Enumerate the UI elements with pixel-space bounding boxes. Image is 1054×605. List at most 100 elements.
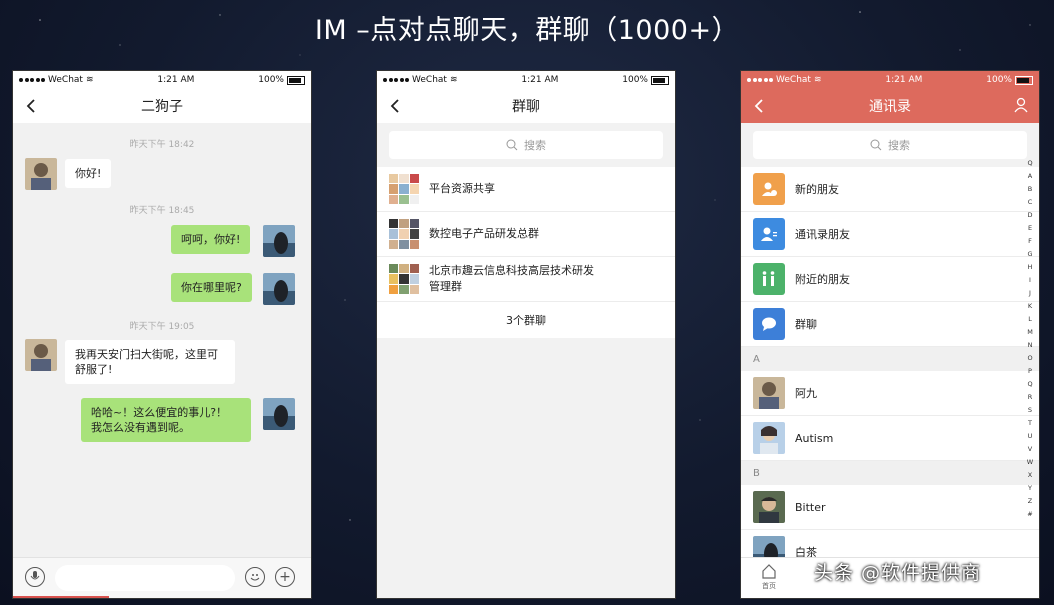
avatar[interactable] xyxy=(263,273,295,305)
alphabet-letter[interactable]: I xyxy=(1029,274,1031,287)
alphabet-letter[interactable]: V xyxy=(1028,443,1032,456)
alphabet-letter[interactable]: D xyxy=(1027,209,1032,222)
chat-input-bar: + xyxy=(13,557,311,598)
carrier: WeChat xyxy=(48,75,83,85)
section-header-b: B xyxy=(741,461,1039,485)
status-time: 1:21 AM xyxy=(885,75,923,85)
alphabet-letter[interactable]: M xyxy=(1027,326,1033,339)
avatar[interactable] xyxy=(263,398,295,430)
emoji-icon[interactable] xyxy=(245,567,265,587)
avatar[interactable] xyxy=(25,158,57,190)
alphabet-letter[interactable]: L xyxy=(1028,313,1032,326)
group-avatar xyxy=(389,219,419,249)
alphabet-letter[interactable]: Q xyxy=(1027,378,1032,391)
slide-title: IM –点对点聊天，群聊（1000+） xyxy=(314,15,740,46)
message-bubble[interactable]: 我再天安门扫大街呢，这里可 舒服了! xyxy=(65,340,235,384)
address-book-icon xyxy=(753,218,785,250)
new-friends-item[interactable]: 新的朋友 xyxy=(741,167,1039,212)
message-bubble[interactable]: 你好! xyxy=(65,159,112,188)
alphabet-letter[interactable]: E xyxy=(1028,222,1032,235)
watermark: 头条 @软件提供商 xyxy=(814,562,982,584)
status-bar: WeChat ≋ 1:21 AM 100% xyxy=(13,71,311,89)
battery-icon xyxy=(650,75,669,85)
battery-icon xyxy=(1014,75,1033,85)
avatar[interactable] xyxy=(25,339,57,371)
alphabet-letter[interactable]: B xyxy=(1028,183,1032,196)
nearby-icon xyxy=(753,263,785,295)
battery-percent: 100% xyxy=(622,75,648,85)
alphabet-letter[interactable]: G xyxy=(1027,248,1032,261)
phone-chat: WeChat ≋ 1:21 AM 100% 二狗子 昨天下午 18:42 你好!… xyxy=(12,70,312,599)
chat-title: 二狗子 xyxy=(141,99,183,115)
wifi-icon: ≋ xyxy=(85,75,94,85)
contact-row[interactable]: Bitter xyxy=(741,485,1039,530)
phone-group: WeChat ≋ 1:21 AM 100% 群聊 搜索 平台资源共享 数控电子产… xyxy=(376,70,676,599)
alphabet-letter[interactable]: P xyxy=(1028,365,1032,378)
group-navbar: 群聊 xyxy=(377,89,675,123)
alphabet-letter[interactable]: T xyxy=(1028,417,1032,430)
nearby-friends-item[interactable]: 附近的朋友 xyxy=(741,257,1039,302)
alphabet-letter[interactable]: S xyxy=(1028,404,1032,417)
alphabet-index[interactable]: Q A B C D E F G H I J K L M N O P Q R S T U V W X Y Z # xyxy=(1025,157,1035,521)
add-contact-icon[interactable] xyxy=(1013,97,1029,113)
alphabet-letter[interactable]: C xyxy=(1028,196,1033,209)
group-list: 平台资源共享 数控电子产品研发总群 北京市趣云信息科技高层技术研发 管理群 xyxy=(377,167,675,302)
group-title: 群聊 xyxy=(512,99,540,115)
alphabet-letter[interactable]: U xyxy=(1028,430,1033,443)
status-time: 1:21 AM xyxy=(157,75,195,85)
section-header-a: A xyxy=(741,347,1039,371)
home-icon xyxy=(762,564,776,579)
search-input[interactable]: 搜索 xyxy=(753,131,1027,159)
alphabet-letter[interactable]: J xyxy=(1029,287,1031,300)
alphabet-letter[interactable]: A xyxy=(1028,170,1032,183)
wifi-icon: ≋ xyxy=(813,75,822,85)
message-bubble[interactable]: 哈哈~！这么便宜的事儿?！ 我怎么没有遇到呢。 xyxy=(81,398,251,442)
list-item[interactable]: 北京市趣云信息科技高层技术研发 管理群 xyxy=(377,257,675,302)
avatar xyxy=(753,491,785,523)
message-list[interactable]: 昨天下午 18:42 你好! 昨天下午 18:45 呵呵，你好! 你在哪里呢? … xyxy=(13,123,311,558)
back-icon[interactable] xyxy=(23,97,41,115)
group-avatar xyxy=(389,174,419,204)
back-icon[interactable] xyxy=(387,97,405,115)
alphabet-letter[interactable]: Y xyxy=(1028,482,1032,495)
alphabet-letter[interactable]: N xyxy=(1028,339,1033,352)
contacts-navbar: 通讯录 xyxy=(741,89,1039,123)
timestamp: 昨天下午 19:05 xyxy=(129,322,195,332)
alphabet-letter[interactable]: W xyxy=(1027,456,1033,469)
alphabet-letter[interactable]: R xyxy=(1028,391,1033,404)
progress-line xyxy=(13,596,109,598)
list-item[interactable]: 数控电子产品研发总群 xyxy=(377,212,675,257)
timestamp: 昨天下午 18:42 xyxy=(129,140,195,150)
alphabet-letter[interactable]: F xyxy=(1028,235,1032,248)
plus-icon[interactable]: + xyxy=(275,567,295,587)
chat-bubble-icon xyxy=(753,308,785,340)
message-bubble[interactable]: 呵呵，你好! xyxy=(171,225,251,254)
timestamp: 昨天下午 18:45 xyxy=(129,206,195,216)
phone-contacts: WeChat ≋ 1:21 AM 100% 通讯录 搜索 新的朋友 通讯录朋友 xyxy=(740,70,1040,599)
signal-icon xyxy=(19,78,45,82)
carrier: WeChat xyxy=(776,75,811,85)
alphabet-letter[interactable]: X xyxy=(1028,469,1032,482)
search-input[interactable]: 搜索 xyxy=(389,131,663,159)
microphone-icon[interactable] xyxy=(25,567,45,587)
battery-percent: 100% xyxy=(986,75,1012,85)
alphabet-letter[interactable]: K xyxy=(1028,300,1032,313)
alphabet-letter[interactable]: H xyxy=(1028,261,1033,274)
list-item[interactable]: 平台资源共享 xyxy=(377,167,675,212)
contacts-title: 通讯录 xyxy=(869,99,911,115)
avatar xyxy=(753,422,785,454)
message-bubble[interactable]: 你在哪里呢? xyxy=(171,273,252,302)
back-icon[interactable] xyxy=(751,97,769,115)
group-chats-item[interactable]: 群聊 xyxy=(741,302,1039,347)
alphabet-letter[interactable]: Q xyxy=(1027,157,1032,170)
message-input[interactable] xyxy=(55,565,235,591)
search-wrap: 搜索 xyxy=(377,123,675,167)
tab-home[interactable]: 首页 xyxy=(757,563,781,591)
phone-contacts-item[interactable]: 通讯录朋友 xyxy=(741,212,1039,257)
alphabet-letter[interactable]: O xyxy=(1027,352,1032,365)
contact-row[interactable]: Autism xyxy=(741,416,1039,461)
contact-row[interactable]: 阿九 xyxy=(741,371,1039,416)
alphabet-letter[interactable]: # xyxy=(1027,508,1032,521)
alphabet-letter[interactable]: Z xyxy=(1028,495,1032,508)
avatar[interactable] xyxy=(263,225,295,257)
